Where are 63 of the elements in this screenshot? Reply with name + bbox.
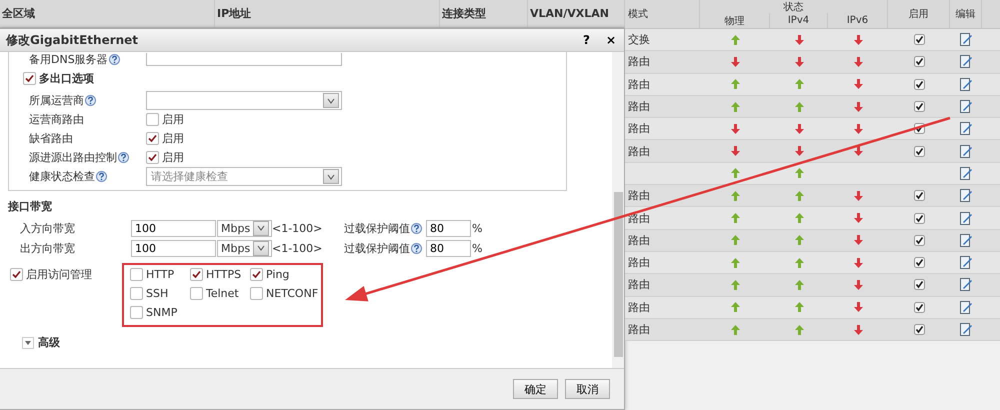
select-field[interactable]: 请选择健康检查 (146, 167, 342, 186)
checkbox-label: Ping (266, 268, 290, 281)
close-button[interactable]: × (604, 33, 618, 47)
column-header: IPv4 (770, 13, 828, 28)
checkbox-label: HTTP (146, 268, 174, 281)
checkbox-label: 多出口选项 (39, 70, 94, 86)
column-header: 编辑 (950, 0, 982, 28)
input-field[interactable]: 80 (426, 240, 471, 256)
checkbox-label: 启用访问管理 (26, 267, 92, 282)
help-button[interactable]: ? (580, 33, 592, 47)
checkbox-label: SNMP (146, 306, 178, 319)
field-label: 入方向带宽 (20, 220, 76, 236)
checkbox-label: 启用 (162, 112, 184, 127)
column-header: IPv6 (828, 13, 888, 28)
field-label: 过载保护阈值 (344, 240, 410, 256)
column-header: 全区域 (0, 0, 215, 27)
column-header: 启用 (888, 0, 950, 28)
section-toggle[interactable]: 高级 (38, 335, 60, 350)
table-cell-text: 路由 (627, 277, 651, 292)
unit-label: % (472, 242, 484, 254)
column-header: 物理 (700, 13, 770, 28)
checkbox-label: Telnet (206, 287, 239, 300)
field-label: 缺省路由 (29, 131, 73, 146)
input-field[interactable]: 100 (131, 220, 216, 236)
cancel-button[interactable]: 取消 (565, 379, 610, 399)
range-hint: <1-100> (272, 242, 324, 254)
column-header: 连接类型 (440, 0, 528, 27)
dialog-title: 修改GigabitEthernet (6, 32, 140, 48)
table-cell-text: 路由 (627, 188, 651, 204)
field-label: 过载保护阈值 (344, 220, 410, 236)
table-cell-text: 路由 (627, 99, 651, 114)
field-label: 健康状态检查 (29, 169, 95, 184)
table-cell-text: 路由 (627, 54, 651, 70)
select-field[interactable]: Mbps (217, 220, 272, 236)
table-cell-text: 交换 (627, 32, 651, 48)
placeholder: 请选择健康检查 (151, 169, 228, 184)
field-label: 所属运营商 (29, 93, 84, 108)
table-cell-text: 路由 (627, 144, 651, 159)
input-field[interactable]: 100 (131, 240, 216, 256)
unit-label: % (472, 222, 484, 234)
section-title: 接口带宽 (8, 199, 53, 214)
table-cell-text: 路由 (627, 322, 651, 337)
field-label: 源进源出路由控制 (29, 150, 117, 165)
select-field[interactable]: Mbps (217, 240, 272, 256)
input-field[interactable]: 80 (426, 220, 471, 236)
table-cell-text: 路由 (627, 300, 651, 315)
checkbox-label: NETCONF (266, 287, 318, 300)
confirm-button[interactable]: 确定 (513, 379, 558, 399)
field-label: 备用DNS服务器 (29, 52, 108, 67)
table-cell-text: 路由 (627, 232, 651, 248)
table-cell-text: 路由 (627, 76, 651, 92)
column-header: IP地址 (215, 0, 440, 27)
range-hint: <1-100> (272, 222, 324, 234)
column-header: 模式 (625, 0, 700, 28)
checkbox-label: 启用 (162, 131, 184, 146)
table-cell-text: 路由 (627, 255, 651, 270)
checkbox-label: SSH (146, 287, 168, 300)
checkbox-label: 启用 (162, 150, 184, 165)
field-label: 出方向带宽 (20, 240, 76, 256)
column-header: 状态 (700, 0, 888, 13)
checkbox-label: HTTPS (206, 268, 242, 281)
field-label: 运营商路由 (29, 112, 84, 127)
table-cell-text: 路由 (627, 121, 651, 136)
